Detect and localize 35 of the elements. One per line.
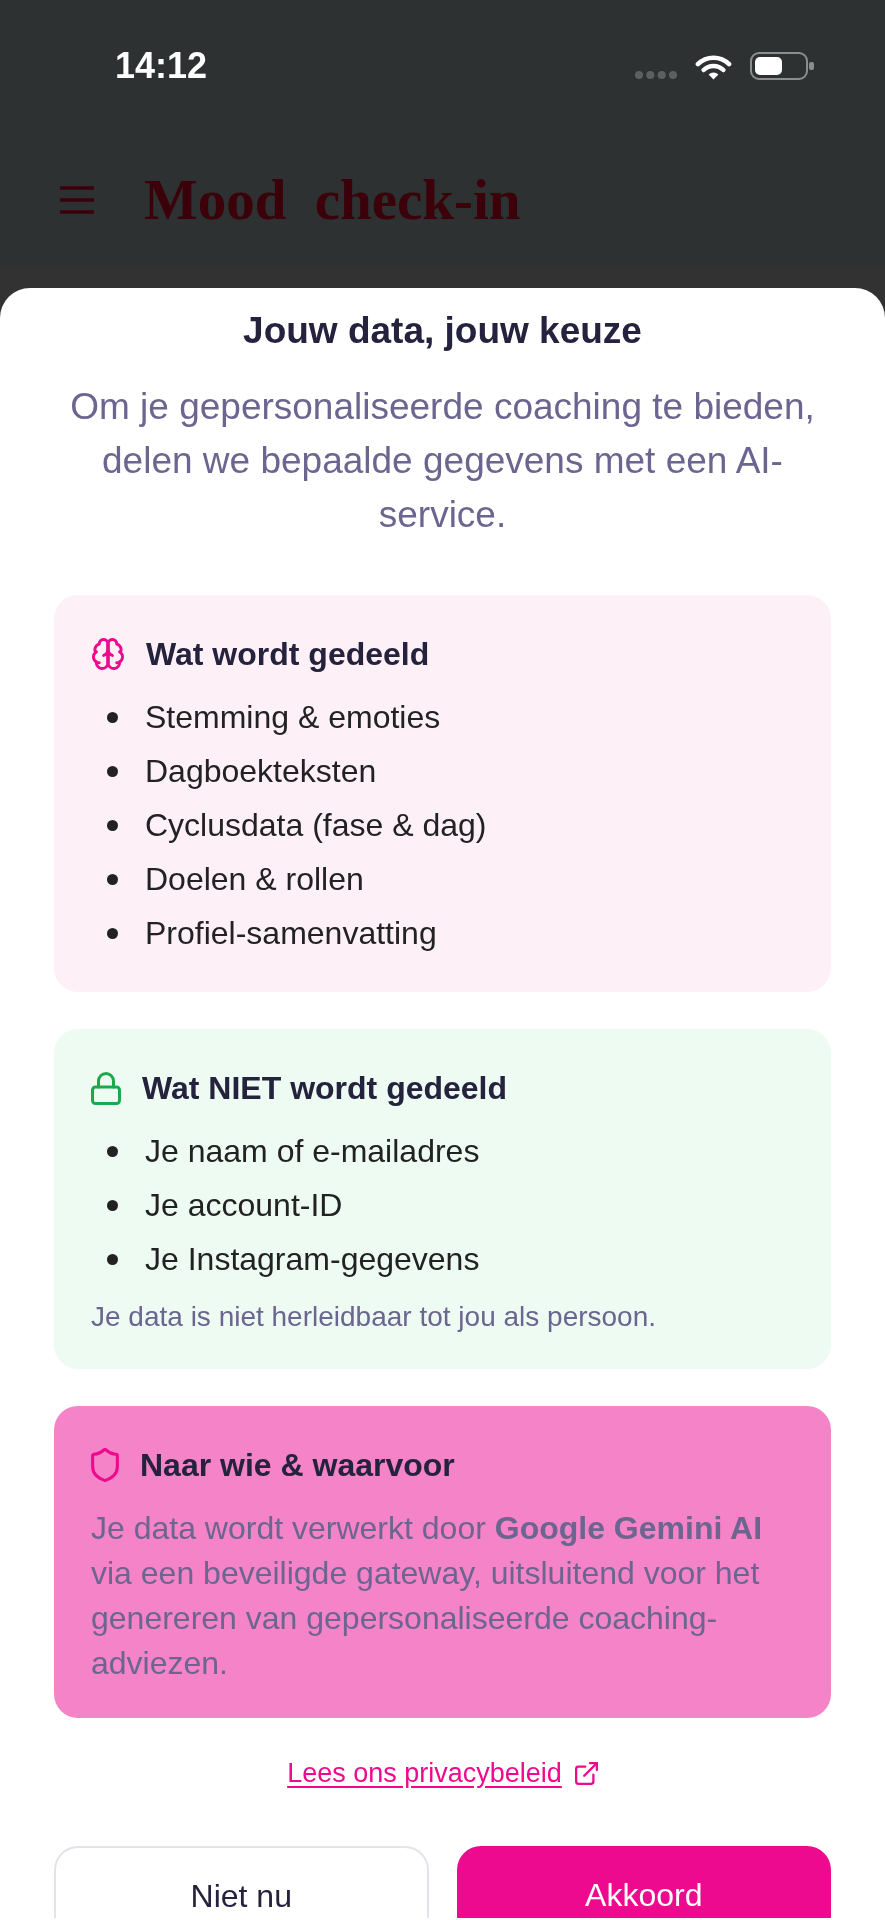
shield-icon: [91, 1448, 119, 1482]
bullet-icon: [107, 1199, 118, 1211]
card-heading: Wat wordt gedeeld: [146, 635, 430, 674]
decline-button[interactable]: Niet nu: [54, 1846, 429, 1918]
battery-icon: [750, 52, 814, 80]
bullet-icon: [107, 1145, 118, 1157]
card-heading: Naar wie & waarvoor: [140, 1446, 455, 1485]
note-text: Je data is niet herleidbaar tot jou als persoon.: [91, 1300, 658, 1334]
list-item: Dagboekteksten: [145, 752, 377, 791]
card-heading: Wat NIET wordt gedeeld: [142, 1069, 508, 1108]
list-item: Profiel-samenvatting: [145, 914, 437, 953]
external-link-icon: [574, 1761, 598, 1785]
bullet-icon: [107, 765, 118, 777]
brain-icon: [91, 638, 125, 670]
intro-text: Om je gepersonaliseerde coaching te bieden, delen we bepaalde gegevens met een AI-service.: [69, 385, 816, 537]
status-time: 14:12: [115, 44, 208, 88]
lock-icon: [91, 1071, 121, 1105]
bullet-icon: [107, 1253, 118, 1265]
bullet-icon: [107, 873, 118, 885]
list-item: Stemming & emoties: [145, 698, 441, 737]
bullet-icon: [107, 927, 118, 939]
list-item: Je naam of e-mailadres: [145, 1132, 480, 1171]
body-text: Je data wordt verwerkt door Google Gemini AI via een beveiligde gateway, uitsluitend voor het genereren van gepersonaliseerde coaching-adviezen.: [91, 1509, 763, 1683]
wifi-icon: [695, 52, 732, 80]
list-item: Je Instagram-gegevens: [145, 1240, 480, 1279]
accept-button[interactable]: Akkoord: [456, 1846, 831, 1918]
dialog-title: Jouw data, jouw keuze: [242, 309, 643, 353]
list-item: Cyclusdata (fase & dag): [145, 806, 487, 845]
list-item: Je account-ID: [145, 1186, 343, 1225]
list-item: Doelen & rollen: [145, 860, 364, 899]
menu-icon[interactable]: [60, 185, 94, 214]
signal-icon: [635, 71, 677, 79]
bullet-icon: [107, 711, 118, 723]
privacy-link[interactable]: Lees ons privacybeleid: [287, 1753, 598, 1793]
bullet-icon: [107, 819, 118, 831]
